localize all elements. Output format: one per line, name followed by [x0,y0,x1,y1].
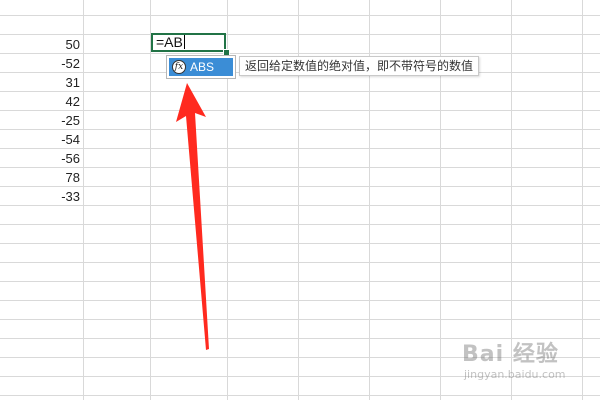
watermark: Bai 经验 jingyan.baidu.com [452,336,592,390]
watermark-logo-text: Bai 经验 [462,342,559,367]
watermark-url: jingyan.baidu.com [464,368,566,381]
